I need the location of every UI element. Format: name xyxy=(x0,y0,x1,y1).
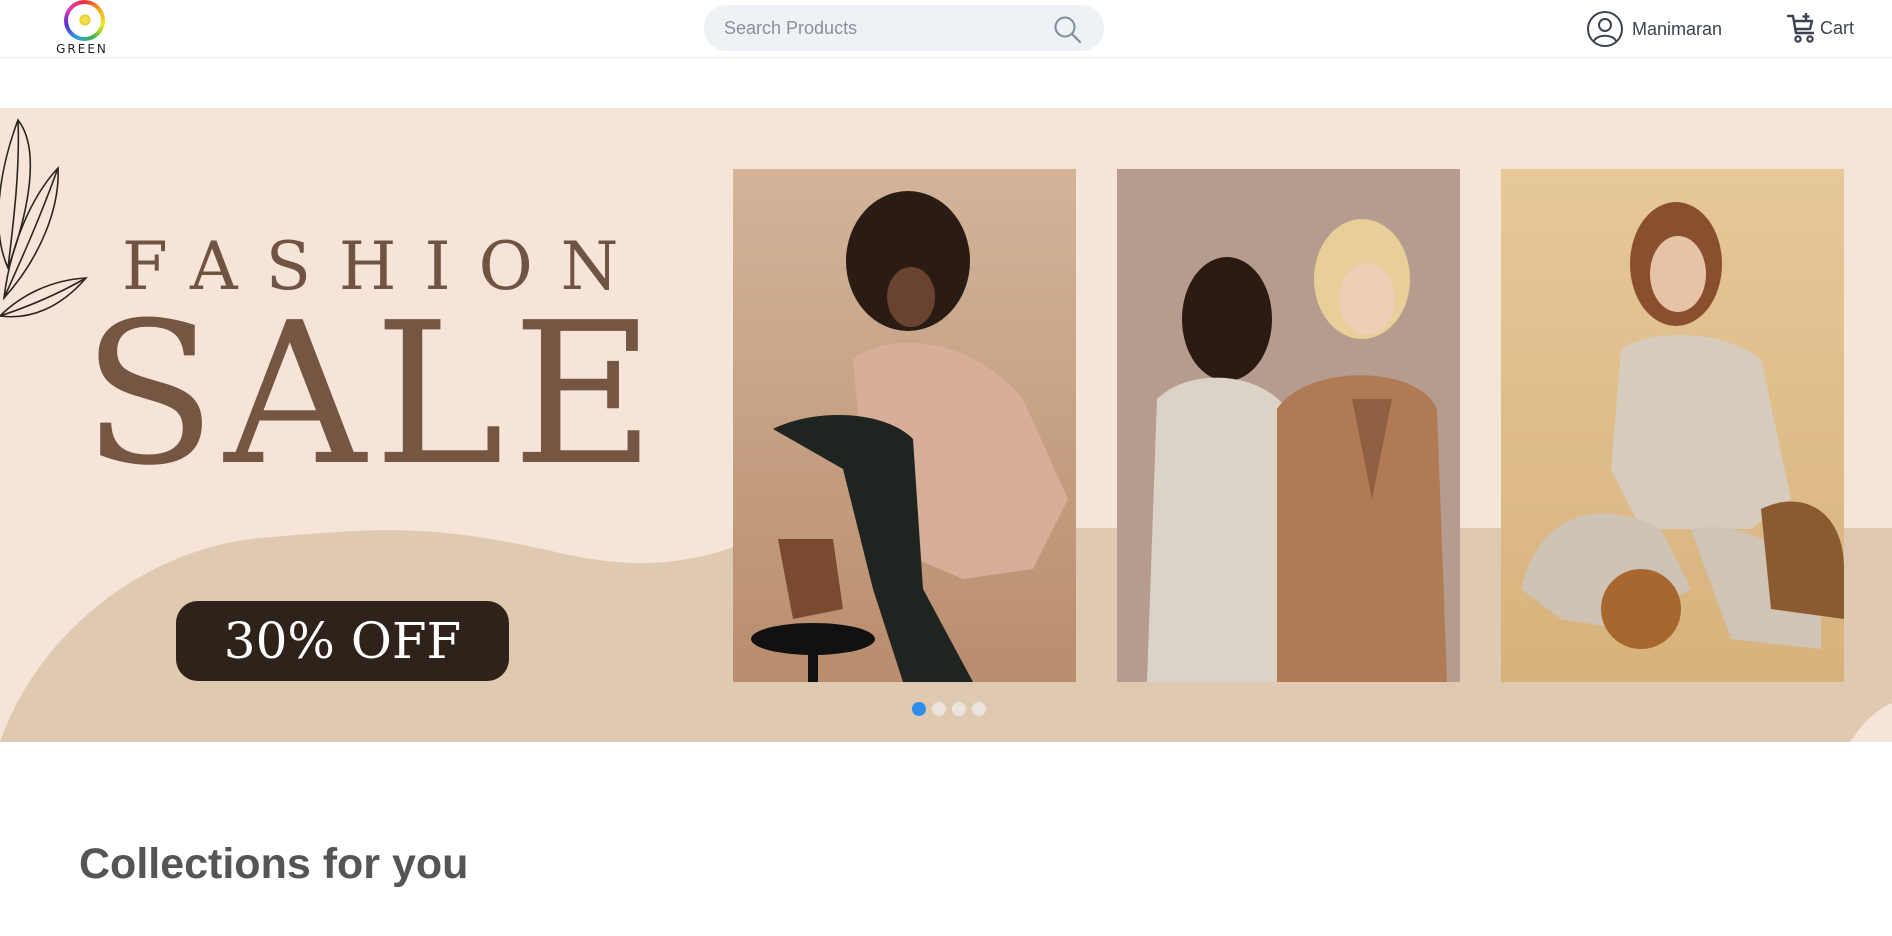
carousel-dot[interactable] xyxy=(972,702,986,716)
user-account[interactable]: Manimaran xyxy=(1586,9,1722,49)
search-icon[interactable] xyxy=(1052,14,1082,44)
cart-button[interactable]: Cart xyxy=(1786,10,1854,46)
logo-text: GREEN xyxy=(56,42,108,56)
banner-headline-large: SALE xyxy=(82,281,664,509)
section-title: Collections for you xyxy=(79,840,469,888)
offer-badge: 30% OFF xyxy=(176,601,509,681)
search-input[interactable] xyxy=(724,5,1044,51)
carousel-dot[interactable] xyxy=(952,702,966,716)
hero-banner-carousel[interactable]: FASHION SALE 30% OFF xyxy=(0,108,1892,742)
user-avatar-icon xyxy=(1587,11,1623,47)
model-photo xyxy=(1117,169,1460,682)
site-logo[interactable]: GREEN xyxy=(54,0,110,56)
search-bar xyxy=(704,5,1104,51)
user-name[interactable]: Manimaran xyxy=(1632,19,1722,40)
model-photo xyxy=(1501,169,1844,682)
cart-label[interactable]: Cart xyxy=(1820,18,1854,39)
model-photo xyxy=(733,169,1076,682)
carousel-dot[interactable] xyxy=(912,702,926,716)
logo-flower-icon xyxy=(77,12,93,28)
top-header: GREEN Manimaran Cart xyxy=(0,0,1892,58)
carousel-dot[interactable] xyxy=(932,702,946,716)
carousel-indicators xyxy=(912,702,986,716)
cart-icon xyxy=(1786,13,1815,43)
